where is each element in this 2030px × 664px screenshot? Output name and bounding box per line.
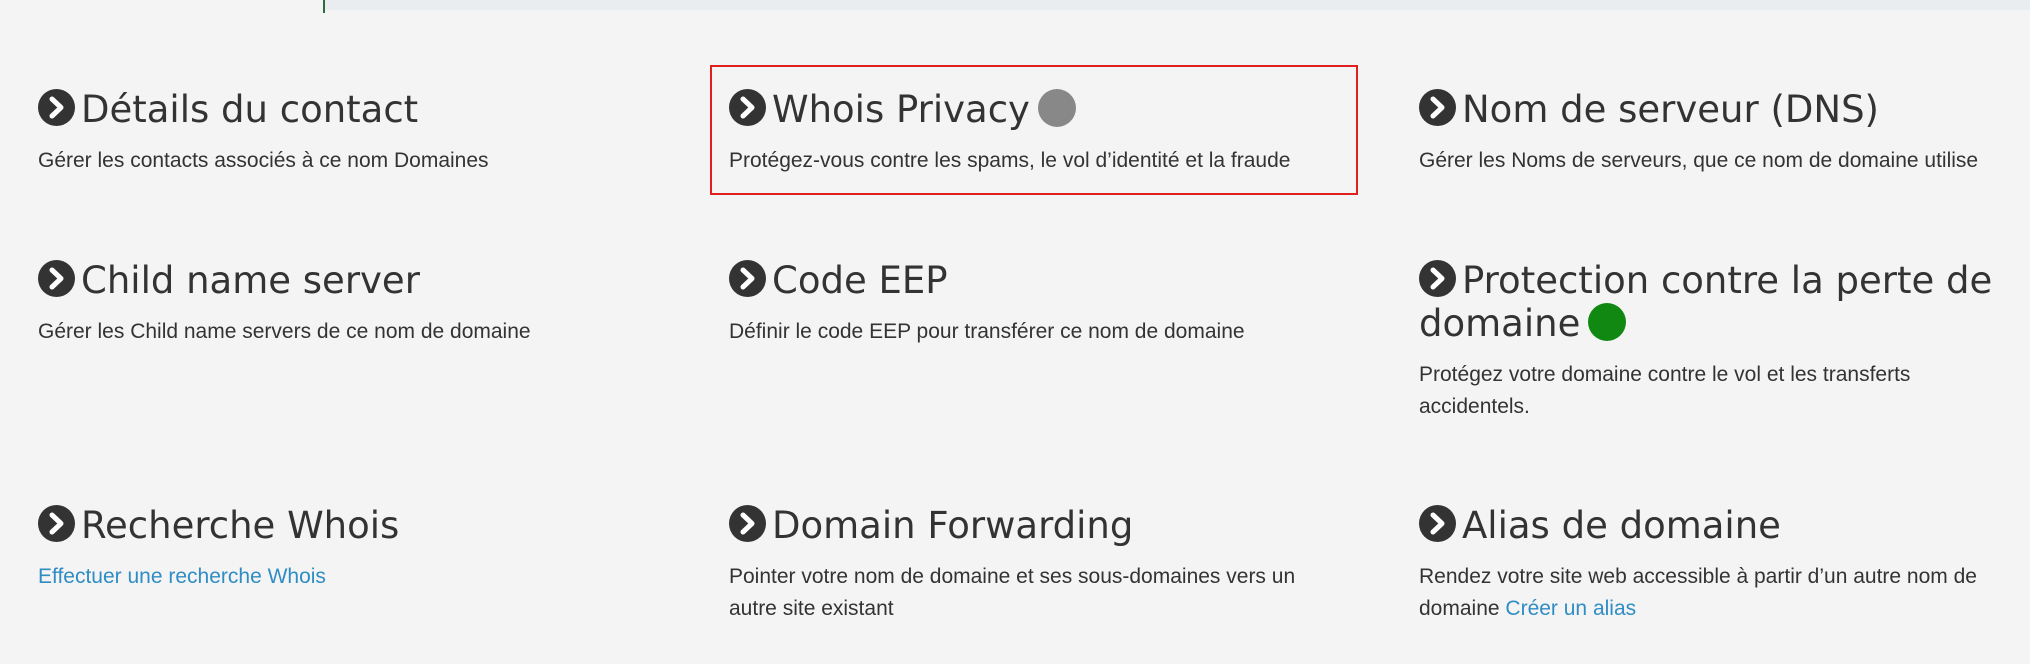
status-on-indicator bbox=[1588, 303, 1627, 341]
top-divider bbox=[323, 0, 325, 13]
card-desc-alias: Rendez votre site web accessible à parti… bbox=[1419, 561, 2024, 625]
top-panel-strip bbox=[324, 0, 2030, 10]
card-title-whois-lookup[interactable]: Recherche Whois bbox=[38, 504, 698, 547]
card-desc-dns: Gérer les Noms de serveurs, que ce nom d… bbox=[1419, 149, 1979, 172]
card-desc-contact-details: Gérer les contacts associés à ce nom Dom… bbox=[38, 149, 489, 172]
chevron-right-circle-icon bbox=[38, 89, 75, 126]
chevron-right-circle-icon bbox=[1419, 89, 1456, 126]
card-alias: Alias de domaine Rendez votre site web a… bbox=[1419, 504, 2019, 625]
card-eep: Code EEP Définir le code EEP pour transf… bbox=[729, 259, 1389, 348]
chevron-right-circle-icon bbox=[38, 260, 75, 297]
create-alias-link[interactable]: Créer un alias bbox=[1505, 597, 1636, 620]
chevron-right-circle-icon bbox=[1419, 505, 1456, 542]
card-desc-child-ns: Gérer les Child name servers de ce nom d… bbox=[38, 320, 531, 343]
card-dns: Nom de serveur (DNS) Gérer les Noms de s… bbox=[1419, 88, 2030, 177]
card-desc-eep: Définir le code EEP pour transférer ce n… bbox=[729, 320, 1245, 343]
card-desc-whois-lookup: Effectuer une recherche Whois bbox=[38, 561, 698, 593]
card-title-contact-details[interactable]: Détails du contact bbox=[38, 88, 698, 131]
chevron-right-circle-icon bbox=[38, 505, 75, 542]
highlight-box bbox=[710, 65, 1358, 195]
card-title-dns[interactable]: Nom de serveur (DNS) bbox=[1419, 88, 2030, 131]
chevron-right-circle-icon bbox=[1419, 260, 1456, 297]
card-child-ns: Child name server Gérer les Child name s… bbox=[38, 259, 698, 348]
card-contact-details: Détails du contact Gérer les contacts as… bbox=[38, 88, 698, 177]
alias-desc-text: Rendez votre site web accessible à parti… bbox=[1419, 565, 1977, 620]
card-desc-forwarding: Pointer votre nom de domaine et ses sous… bbox=[729, 565, 1296, 620]
whois-search-link[interactable]: Effectuer une recherche Whois bbox=[38, 565, 326, 588]
card-title-eep[interactable]: Code EEP bbox=[729, 259, 1389, 302]
card-title-alias[interactable]: Alias de domaine bbox=[1419, 504, 2019, 547]
card-forwarding: Domain Forwarding Pointer votre nom de d… bbox=[729, 504, 1349, 625]
card-title-domain-lock[interactable]: Protection contre la perte de domaine bbox=[1419, 259, 2019, 345]
chevron-right-circle-icon bbox=[729, 505, 766, 542]
card-title-child-ns[interactable]: Child name server bbox=[38, 259, 698, 302]
card-whois-lookup: Recherche Whois Effectuer une recherche … bbox=[38, 504, 698, 593]
card-domain-lock: Protection contre la perte de domaine Pr… bbox=[1419, 259, 2019, 423]
card-desc-domain-lock: Protégez votre domaine contre le vol et … bbox=[1419, 363, 1911, 418]
card-title-forwarding[interactable]: Domain Forwarding bbox=[729, 504, 1349, 547]
chevron-right-circle-icon bbox=[729, 260, 766, 297]
